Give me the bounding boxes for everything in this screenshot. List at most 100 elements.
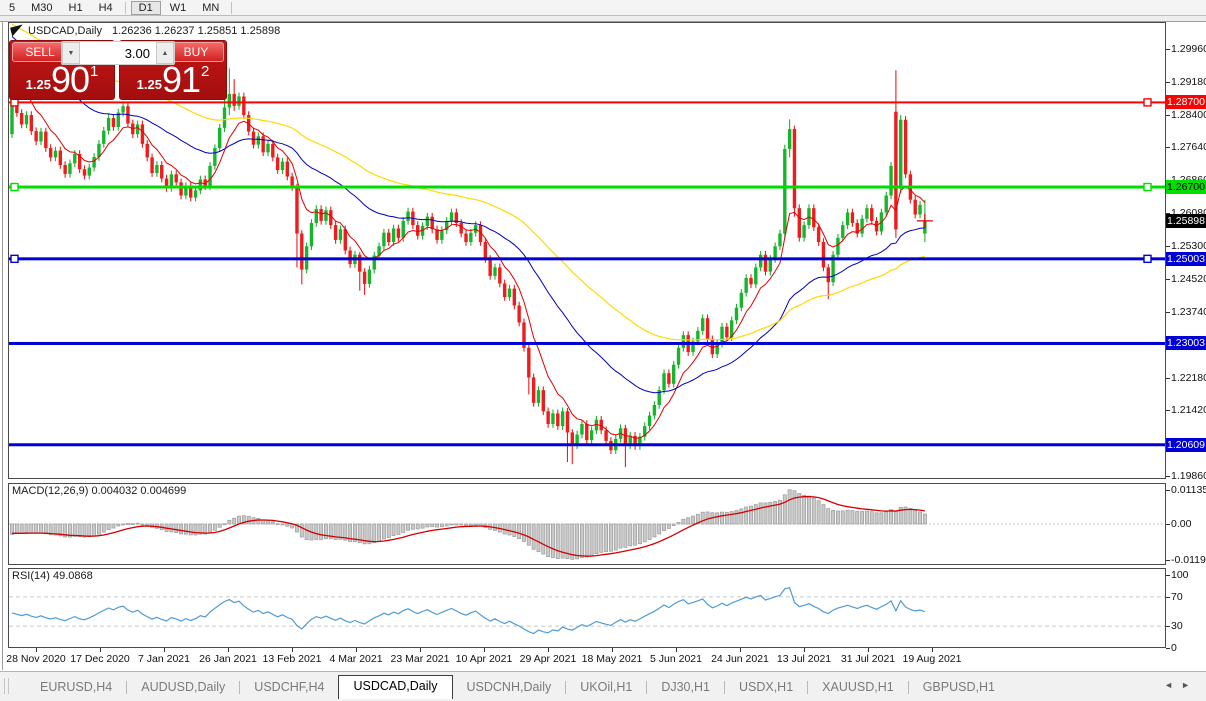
candle-up bbox=[918, 205, 921, 215]
chart-tab-usdchf[interactable]: USDCHF,H4 bbox=[240, 676, 338, 699]
macd-scale-tick bbox=[1166, 560, 1170, 561]
macd-bar bbox=[672, 524, 675, 526]
candle-up bbox=[25, 115, 28, 124]
macd-bar bbox=[836, 511, 839, 524]
candle-down bbox=[276, 157, 279, 170]
timeframe-button-h1[interactable]: H1 bbox=[62, 1, 90, 15]
sell-price-big: 90 bbox=[51, 64, 89, 96]
macd-bar bbox=[373, 524, 376, 543]
candle-down bbox=[416, 225, 419, 236]
candle-down bbox=[242, 96, 245, 115]
price-scale[interactable]: 1.299601.291801.284001.276401.268601.260… bbox=[1166, 22, 1206, 670]
hline-handle[interactable] bbox=[1144, 99, 1151, 106]
tab-next-icon[interactable]: ► bbox=[1181, 680, 1198, 690]
ohlc-values: 1.26236 1.26237 1.25851 1.25898 bbox=[112, 25, 280, 37]
hline-handle[interactable] bbox=[1144, 255, 1151, 262]
date-label: 26 Jan 2021 bbox=[199, 653, 257, 665]
macd-bar bbox=[402, 524, 405, 532]
chart-tab-audusd[interactable]: AUDUSD,Daily bbox=[127, 676, 239, 699]
price-label: 1.22180 bbox=[1171, 372, 1206, 384]
candle-up bbox=[68, 163, 71, 174]
tab-scroll-arrows[interactable]: ◄► bbox=[1164, 680, 1198, 690]
hline-handle[interactable] bbox=[11, 255, 18, 262]
candle-down bbox=[146, 144, 149, 158]
timeframe-button-w1[interactable]: W1 bbox=[163, 1, 194, 15]
timeframe-button-mn[interactable]: MN bbox=[195, 1, 226, 15]
macd-bar bbox=[320, 524, 323, 539]
macd-bar bbox=[286, 524, 289, 526]
buy-price-big: 91 bbox=[162, 64, 200, 96]
macd-bar bbox=[300, 524, 303, 537]
symbol-label: USDCAD,Daily bbox=[28, 25, 102, 37]
timeframe-button-5[interactable]: 5 bbox=[2, 1, 22, 15]
date-axis[interactable]: 28 Nov 202017 Dec 20207 Jan 202126 Jan 2… bbox=[8, 648, 1166, 670]
volume-input[interactable] bbox=[80, 42, 156, 64]
price-label: 1.25300 bbox=[1171, 240, 1206, 252]
candle-up bbox=[590, 430, 593, 440]
candle-up bbox=[281, 162, 284, 170]
hline-1.287[interactable] bbox=[9, 101, 1165, 103]
timeframe-button-m30[interactable]: M30 bbox=[24, 1, 59, 15]
macd-bar bbox=[513, 524, 516, 537]
volume-decrease-button[interactable]: ▼ bbox=[62, 42, 80, 64]
price-badge: 1.26700 bbox=[1166, 180, 1206, 194]
macd-bar bbox=[522, 524, 525, 541]
macd-bar bbox=[39, 524, 42, 533]
hline-handle[interactable] bbox=[11, 184, 18, 191]
candle-up bbox=[218, 128, 221, 148]
chart-window: USDCAD,Daily 1.26236 1.26237 1.25851 1.25… bbox=[0, 22, 1206, 670]
timeframe-button-d1[interactable]: D1 bbox=[131, 1, 161, 15]
candle-up bbox=[228, 94, 231, 108]
macd-bar bbox=[508, 524, 511, 535]
chart-tab-usdx[interactable]: USDX,H1 bbox=[725, 676, 807, 699]
candle-down bbox=[20, 113, 23, 124]
tab-prev-icon[interactable]: ◄ bbox=[1164, 680, 1181, 690]
chart-tab-usdcnh[interactable]: USDCNH,Daily bbox=[453, 676, 566, 699]
hline-1.267[interactable] bbox=[9, 186, 1165, 189]
candle-up bbox=[213, 148, 216, 166]
candle-down bbox=[160, 165, 163, 179]
price-label: 1.27640 bbox=[1171, 141, 1206, 153]
date-tick bbox=[612, 648, 613, 652]
rsi-scale-label: 30 bbox=[1171, 620, 1183, 632]
candle-up bbox=[92, 157, 95, 168]
price-label: 1.21420 bbox=[1171, 404, 1206, 416]
macd-bar bbox=[382, 524, 385, 539]
timeframe-button-h4[interactable]: H4 bbox=[92, 1, 120, 15]
candle-down bbox=[484, 242, 487, 259]
candle-up bbox=[88, 168, 91, 176]
candle-down bbox=[397, 228, 400, 237]
macd-bar bbox=[416, 524, 419, 529]
hline-handle[interactable] bbox=[1144, 184, 1151, 191]
macd-bar bbox=[865, 511, 868, 524]
candle-down bbox=[894, 112, 897, 230]
chart-tab-xauusd[interactable]: XAUUSD,H1 bbox=[808, 676, 908, 699]
timeframe-toolbar: 5M30H1H4 D1W1MN bbox=[0, 0, 1206, 15]
chart-tab-ukoil[interactable]: UKOil,H1 bbox=[566, 676, 646, 699]
tab-strip: EURUSD,H4AUDUSD,DailyUSDCHF,H4USDCAD,Dai… bbox=[26, 676, 1009, 699]
chart-tab-gbpusd[interactable]: GBPUSD,H1 bbox=[909, 676, 1009, 699]
hline-1.20609[interactable] bbox=[9, 443, 1165, 446]
candle-up bbox=[846, 212, 849, 225]
price-tick bbox=[1166, 82, 1170, 83]
macd-bar bbox=[706, 512, 709, 524]
candle-up bbox=[889, 166, 892, 196]
chart-tab-usdcad[interactable]: USDCAD,Daily bbox=[338, 675, 452, 699]
hline-1.25003[interactable] bbox=[9, 257, 1165, 260]
candle-up bbox=[257, 136, 260, 144]
macd-bar bbox=[194, 524, 197, 535]
buy-price-sup: 2 bbox=[201, 63, 209, 80]
buy-button[interactable]: BUY bbox=[168, 42, 224, 62]
hline-1.23003[interactable] bbox=[9, 342, 1165, 345]
volume-increase-button[interactable]: ▲ bbox=[156, 42, 174, 64]
chart-tab-dj30[interactable]: DJ30,H1 bbox=[647, 676, 724, 699]
macd-bar bbox=[856, 511, 859, 524]
rsi-pane[interactable] bbox=[8, 568, 1166, 648]
macd-bar bbox=[624, 524, 627, 547]
sell-button[interactable]: SELL bbox=[12, 42, 68, 62]
candle-up bbox=[836, 238, 839, 255]
macd-bar bbox=[315, 524, 318, 539]
candle-down bbox=[59, 151, 62, 165]
candle-up bbox=[580, 424, 583, 435]
chart-tab-eurusd[interactable]: EURUSD,H4 bbox=[26, 676, 126, 699]
